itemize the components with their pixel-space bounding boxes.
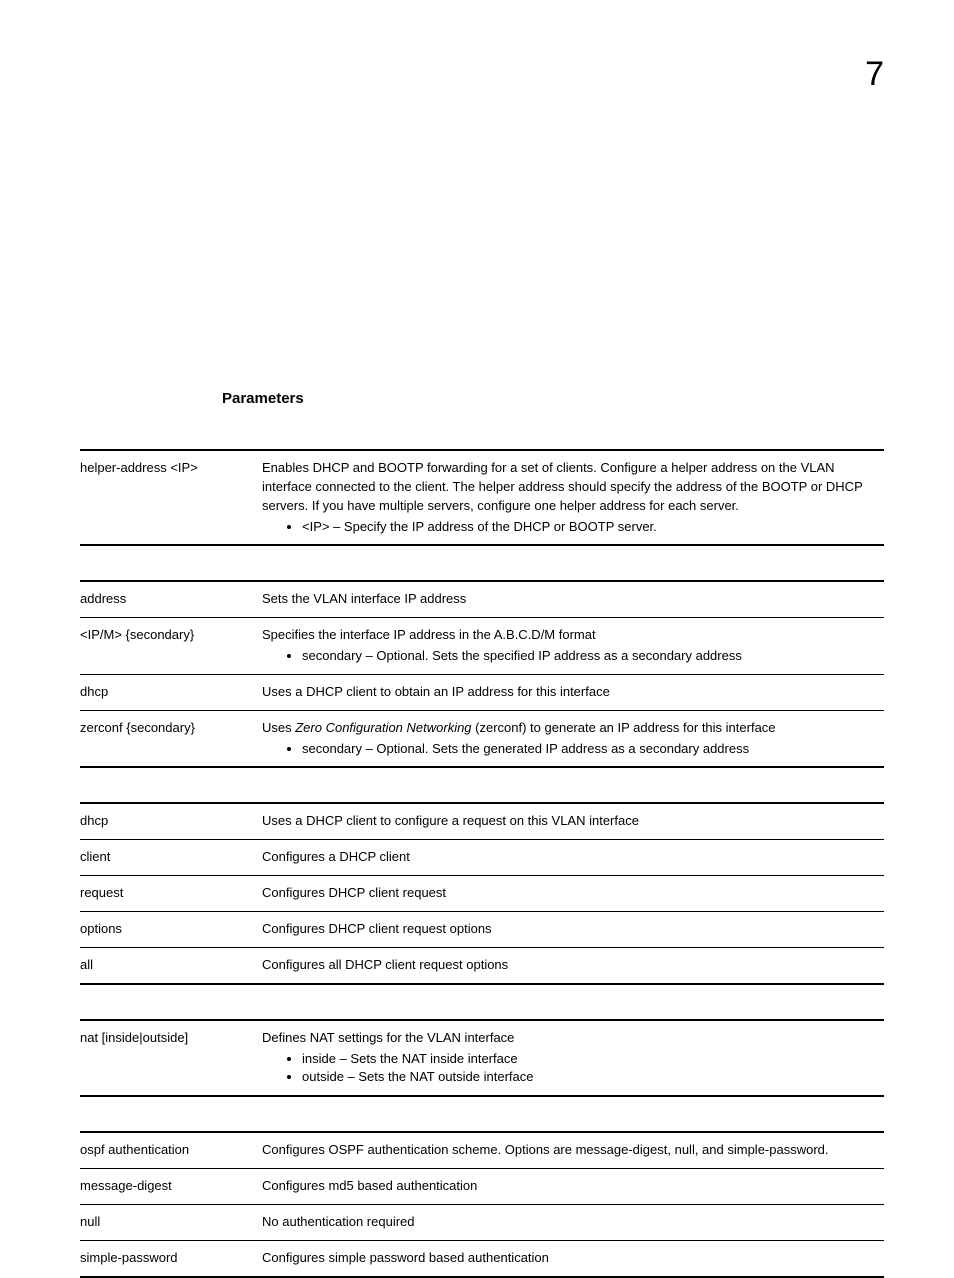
param-name-cell: message-digest <box>80 1169 262 1205</box>
param-desc-text: Uses Zero Configuration Networking (zerc… <box>262 719 878 738</box>
param-name-cell: request <box>80 876 262 912</box>
param-bullet-item: <IP> – Specify the IP address of the DHC… <box>302 518 878 537</box>
param-desc-cell: Configures a DHCP client <box>262 840 884 876</box>
param-table: helper-address <IP>Enables DHCP and BOOT… <box>80 449 884 546</box>
param-desc-text: Uses a DHCP client to obtain an IP addre… <box>262 683 878 702</box>
tables-container: helper-address <IP>Enables DHCP and BOOT… <box>80 449 884 1278</box>
param-desc-cell: Specifies the interface IP address in th… <box>262 618 884 675</box>
param-table: ospf authenticationConfigures OSPF authe… <box>80 1131 884 1277</box>
param-bullet-list: inside – Sets the NAT inside interfaceou… <box>262 1050 878 1088</box>
param-bullet-item: inside – Sets the NAT inside interface <box>302 1050 878 1069</box>
param-desc-cell: Configures all DHCP client request optio… <box>262 947 884 983</box>
param-table: addressSets the VLAN interface IP addres… <box>80 580 884 768</box>
param-desc-cell: Uses a DHCP client to obtain an IP addre… <box>262 674 884 710</box>
param-desc-cell: Defines NAT settings for the VLAN interf… <box>262 1020 884 1097</box>
table-row: simple-passwordConfigures simple passwor… <box>80 1240 884 1276</box>
table-row: zerconf {secondary}Uses Zero Configurati… <box>80 710 884 767</box>
param-desc-text: No authentication required <box>262 1213 878 1232</box>
param-bullet-list: secondary – Optional. Sets the specified… <box>262 647 878 666</box>
param-desc-cell: Uses Zero Configuration Networking (zerc… <box>262 710 884 767</box>
table-row: message-digestConfigures md5 based authe… <box>80 1169 884 1205</box>
section-heading-parameters: Parameters <box>222 390 884 407</box>
param-desc-cell: Configures DHCP client request <box>262 876 884 912</box>
param-desc-text: Configures all DHCP client request optio… <box>262 956 878 975</box>
param-desc-cell: Enables DHCP and BOOTP forwarding for a … <box>262 450 884 545</box>
table-row: requestConfigures DHCP client request <box>80 876 884 912</box>
page: 7 Parameters helper-address <IP>Enables … <box>0 0 954 1235</box>
param-desc-cell: Configures OSPF authentication scheme. O… <box>262 1132 884 1168</box>
param-name-cell: client <box>80 840 262 876</box>
param-desc-text: Configures md5 based authentication <box>262 1177 878 1196</box>
table-row: dhcpUses a DHCP client to obtain an IP a… <box>80 674 884 710</box>
param-desc-text: Specifies the interface IP address in th… <box>262 626 878 645</box>
param-desc-text: Configures OSPF authentication scheme. O… <box>262 1141 878 1160</box>
param-desc-text: Defines NAT settings for the VLAN interf… <box>262 1029 878 1048</box>
table-row: <IP/M> {secondary}Specifies the interfac… <box>80 618 884 675</box>
param-name-cell: dhcp <box>80 674 262 710</box>
table-row: dhcpUses a DHCP client to configure a re… <box>80 803 884 839</box>
table-row: ospf authenticationConfigures OSPF authe… <box>80 1132 884 1168</box>
param-name-cell: dhcp <box>80 803 262 839</box>
param-desc-cell: Sets the VLAN interface IP address <box>262 581 884 617</box>
param-desc-text: Configures a DHCP client <box>262 848 878 867</box>
param-name-cell: address <box>80 581 262 617</box>
param-name-cell: zerconf {secondary} <box>80 710 262 767</box>
table-row: addressSets the VLAN interface IP addres… <box>80 581 884 617</box>
param-desc-text: Configures simple password based authent… <box>262 1249 878 1268</box>
param-desc-text: Configures DHCP client request <box>262 884 878 903</box>
param-desc-text: Enables DHCP and BOOTP forwarding for a … <box>262 459 878 516</box>
param-desc-cell: Uses a DHCP client to configure a reques… <box>262 803 884 839</box>
table-row: helper-address <IP>Enables DHCP and BOOT… <box>80 450 884 545</box>
param-desc-cell: Configures simple password based authent… <box>262 1240 884 1276</box>
param-desc-cell: Configures md5 based authentication <box>262 1169 884 1205</box>
param-desc-text: Sets the VLAN interface IP address <box>262 590 878 609</box>
param-name-cell: options <box>80 911 262 947</box>
param-desc-cell: Configures DHCP client request options <box>262 911 884 947</box>
param-name-cell: <IP/M> {secondary} <box>80 618 262 675</box>
param-bullet-item: secondary – Optional. Sets the specified… <box>302 647 878 666</box>
param-bullet-list: <IP> – Specify the IP address of the DHC… <box>262 518 878 537</box>
param-table: nat [inside|outside]Defines NAT settings… <box>80 1019 884 1098</box>
param-bullet-item: outside – Sets the NAT outside interface <box>302 1068 878 1087</box>
table-row: clientConfigures a DHCP client <box>80 840 884 876</box>
table-row: nat [inside|outside]Defines NAT settings… <box>80 1020 884 1097</box>
content-area: Parameters helper-address <IP>Enables DH… <box>80 390 884 1278</box>
table-row: allConfigures all DHCP client request op… <box>80 947 884 983</box>
param-desc-text: Uses a DHCP client to configure a reques… <box>262 812 878 831</box>
param-name-cell: all <box>80 947 262 983</box>
param-name-cell: simple-password <box>80 1240 262 1276</box>
param-name-cell: ospf authentication <box>80 1132 262 1168</box>
page-number: 7 <box>865 55 884 94</box>
param-desc-text: Configures DHCP client request options <box>262 920 878 939</box>
param-name-cell: nat [inside|outside] <box>80 1020 262 1097</box>
param-table: dhcpUses a DHCP client to configure a re… <box>80 802 884 984</box>
param-name-cell: helper-address <IP> <box>80 450 262 545</box>
table-row: optionsConfigures DHCP client request op… <box>80 911 884 947</box>
param-bullet-item: secondary – Optional. Sets the generated… <box>302 740 878 759</box>
param-bullet-list: secondary – Optional. Sets the generated… <box>262 740 878 759</box>
